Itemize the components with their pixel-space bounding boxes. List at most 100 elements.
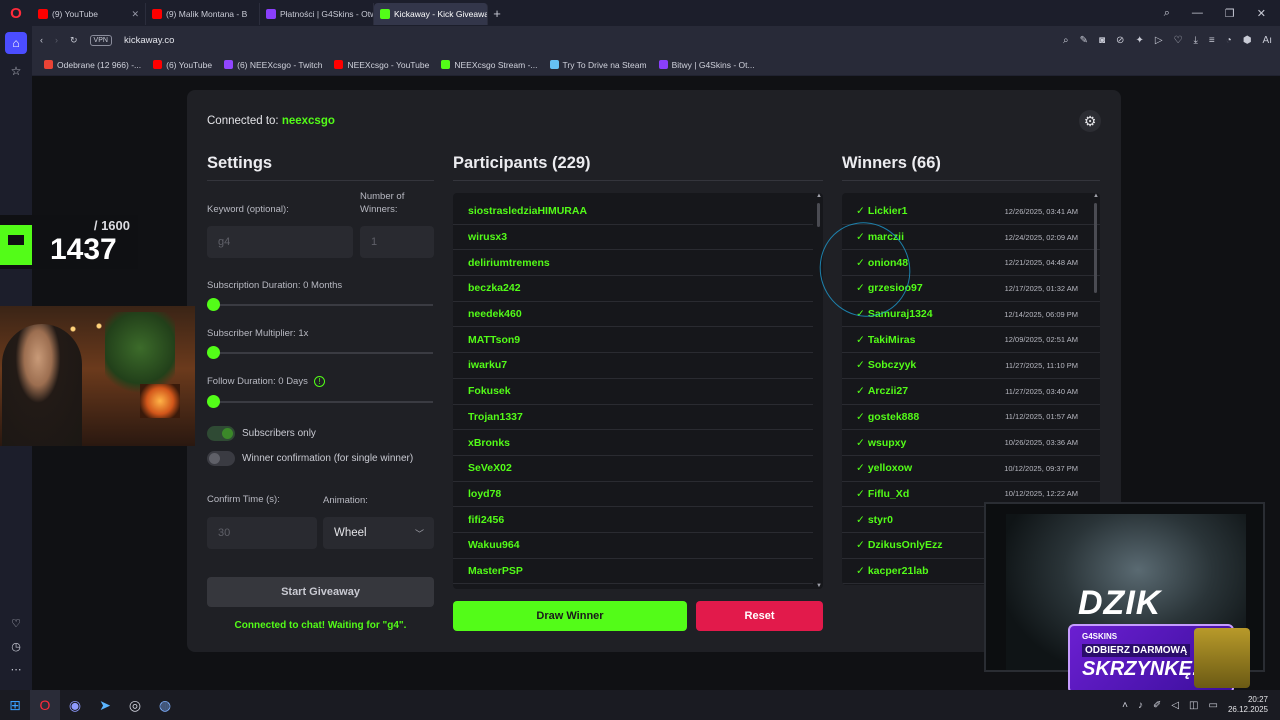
participant-row: Wakuu964 xyxy=(453,533,813,559)
subscribers-only-toggle[interactable] xyxy=(207,426,235,441)
counter-total: / 1600 xyxy=(93,218,130,233)
info-icon[interactable]: ! xyxy=(313,376,325,387)
scroll-up-icon[interactable]: ▲ xyxy=(1092,193,1100,199)
checkmark-icon: ✓ xyxy=(856,385,865,398)
edit-icon[interactable]: ✎ xyxy=(1080,35,1088,46)
reload-icon[interactable]: ↻ xyxy=(70,35,78,46)
search-icon[interactable]: ⌕ xyxy=(1063,35,1069,46)
participant-row: MasterPSP xyxy=(453,559,813,585)
url-field[interactable]: kickaway.co xyxy=(124,35,175,46)
vpn-badge[interactable]: VPN xyxy=(89,34,112,46)
checkmark-icon: ✓ xyxy=(856,462,865,475)
bookmark-twitch[interactable]: (6) NEEXcsgo - Twitch xyxy=(224,60,322,70)
youtube-icon xyxy=(334,60,344,69)
opera-icon[interactable]: O xyxy=(30,690,60,720)
winner-row: ✓ yelloxow 10/12/2025, 09:37 PM xyxy=(842,456,1100,482)
ai-icon[interactable]: Aı xyxy=(1263,35,1272,46)
heart-icon[interactable]: ♡ xyxy=(1174,35,1183,46)
tab-g4skins[interactable]: Płatności | G4Skins - Otw xyxy=(260,3,374,25)
tab-close-icon[interactable]: ✕ xyxy=(131,9,139,20)
draw-winner-button[interactable]: Draw Winner xyxy=(453,601,687,631)
system-clock[interactable]: 20:27 26.12.2025 xyxy=(1228,695,1268,715)
scroll-up-icon[interactable]: ▲ xyxy=(815,193,823,199)
cube-icon[interactable]: ⬢ xyxy=(1243,35,1252,46)
participant-row: MATTson9 xyxy=(453,327,813,354)
tab-kickaway[interactable]: Kickaway - Kick Giveaway xyxy=(374,3,488,25)
maximize-icon[interactable]: ❐ xyxy=(1225,7,1235,20)
scroll-thumb[interactable] xyxy=(1094,203,1097,293)
winner-name: Sobczyyk xyxy=(867,359,917,372)
gear-icon[interactable]: ⚙ xyxy=(1079,110,1101,132)
telegram-icon[interactable]: ➤ xyxy=(90,690,120,720)
windows-start-icon[interactable]: ⊞ xyxy=(0,690,30,720)
star-icon[interactable]: ☆ xyxy=(5,60,27,82)
settings-title: Settings xyxy=(207,154,273,172)
back-icon[interactable]: ‹ xyxy=(40,35,43,45)
scroll-thumb[interactable] xyxy=(817,203,820,227)
bookmark-neex-youtube[interactable]: NEEXcsgo - YouTube xyxy=(334,60,429,70)
animation-selected-value: Wheel xyxy=(334,527,367,539)
extensions-icon[interactable]: ✦ xyxy=(1135,35,1143,46)
participant-row: fifi2456 xyxy=(453,507,813,533)
history-icon[interactable]: ◷ xyxy=(11,640,21,653)
slider-handle[interactable] xyxy=(207,395,220,408)
slider-handle[interactable] xyxy=(207,346,220,359)
heart-icon[interactable]: ♡ xyxy=(11,617,21,630)
download-icon[interactable]: ⤓ xyxy=(1194,35,1198,46)
participant-row: needek460 xyxy=(453,302,813,328)
sub-duration-slider[interactable] xyxy=(207,298,433,311)
tab-malik-montana[interactable]: (9) Malik Montana - B xyxy=(146,3,260,25)
pen-icon[interactable]: ✐ xyxy=(1153,700,1161,711)
animation-select[interactable]: Wheel ﹀ xyxy=(323,517,434,549)
sub-multiplier-label: Subscriber Multiplier: 1x xyxy=(207,328,309,339)
minimize-icon[interactable]: — xyxy=(1192,7,1203,20)
profile-icon[interactable]: ◔ xyxy=(1226,35,1232,46)
menu-icon[interactable]: ≡ xyxy=(1209,35,1215,46)
confirm-time-input[interactable]: 30 xyxy=(207,517,317,549)
new-tab-button[interactable]: + xyxy=(488,6,506,21)
follow-duration-slider[interactable] xyxy=(207,395,433,408)
toggle-knob xyxy=(209,453,220,464)
winner-confirmation-toggle[interactable] xyxy=(207,451,235,466)
checkmark-icon: ✓ xyxy=(856,436,865,449)
winner-name: styr0 xyxy=(867,513,893,526)
kick-icon xyxy=(380,9,390,19)
winners-title: Winners (66) xyxy=(842,154,941,172)
youtube-icon xyxy=(152,9,162,19)
crate-image xyxy=(1194,628,1250,688)
chevron-up-icon[interactable]: ˄ xyxy=(1122,700,1128,711)
scroll-down-icon[interactable]: ▼ xyxy=(815,583,823,589)
bookmark-gmail[interactable]: Odebrane (12 966) -... xyxy=(44,60,141,70)
participants-list[interactable]: ▲ ▼ siostrasledziaHIMURAA wirusx3 delirium… xyxy=(453,193,823,589)
steam-icon[interactable]: ◍ xyxy=(150,690,180,720)
g4skins-icon xyxy=(266,9,276,19)
winner-confirmation-label: Winner confirmation (for single winner) xyxy=(242,453,414,464)
close-window-icon[interactable]: ✕ xyxy=(1257,7,1266,20)
camera-icon[interactable]: ◙ xyxy=(1099,35,1105,46)
bookmark-steam[interactable]: Try To Drive na Steam xyxy=(549,60,647,70)
winners-count-input[interactable]: 1 xyxy=(360,226,434,258)
more-icon[interactable]: ⋯ xyxy=(11,663,22,676)
network-icon[interactable]: ◫ xyxy=(1189,700,1198,711)
connection-info: Connected to: neexcsgo xyxy=(207,115,335,127)
tab-youtube[interactable]: (9) YouTube ✕ xyxy=(32,3,146,25)
start-giveaway-button[interactable]: Start Giveaway xyxy=(207,577,434,607)
search-tabs-icon[interactable]: ⌕ xyxy=(1164,7,1170,20)
play-icon[interactable]: ▷ xyxy=(1155,35,1163,46)
forward-icon[interactable]: › xyxy=(55,35,58,45)
opera-logo-icon[interactable]: O xyxy=(0,0,32,26)
bookmark-g4skins[interactable]: Bitwy | G4Skins - Ot... xyxy=(658,60,755,70)
home-icon[interactable]: ⌂ xyxy=(5,32,27,54)
slider-handle[interactable] xyxy=(207,298,220,311)
obs-icon[interactable]: ◎ xyxy=(120,690,150,720)
microphone-icon[interactable]: ♪ xyxy=(1138,700,1143,711)
bookmark-kick[interactable]: NEEXcsgo Stream -... xyxy=(441,60,538,70)
keyword-input[interactable]: g4 xyxy=(207,226,353,258)
discord-icon[interactable]: ◉ xyxy=(60,690,90,720)
volume-icon[interactable]: ◁ xyxy=(1171,700,1179,711)
sub-multiplier-slider[interactable] xyxy=(207,346,433,359)
bookmark-youtube[interactable]: (6) YouTube xyxy=(153,60,212,70)
display-icon[interactable]: ▭ xyxy=(1209,700,1218,711)
adblock-icon[interactable]: ⊘ xyxy=(1116,35,1124,46)
reset-button[interactable]: Reset xyxy=(696,601,823,631)
